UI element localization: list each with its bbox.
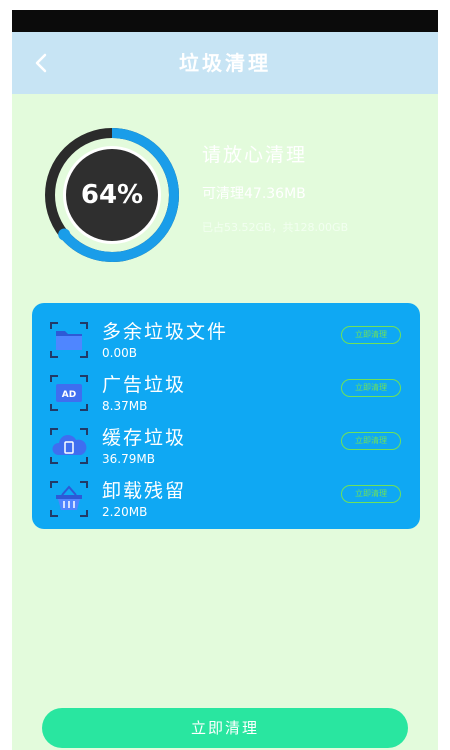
usage-ring: 64% [42,125,182,265]
clean-summary: 请放心清理 可清理47.36MB 已占53.52GB，共128.00GB [202,140,432,235]
title-bar: 垃圾清理 [12,32,438,94]
clean-now-button[interactable]: 立即清理 [341,326,401,344]
cleanable-size: 可清理47.36MB [202,186,306,202]
category-row-cache[interactable]: 缓存垃圾 36.79MB 立即清理 [32,419,420,473]
chevron-left-icon [35,53,47,73]
clean-now-main-button[interactable]: 立即清理 [42,708,408,748]
category-size: 0.00B [102,346,137,360]
clean-now-button[interactable]: 立即清理 [341,485,401,503]
page-title: 垃圾清理 [179,51,271,75]
category-name: 缓存垃圾 [102,427,187,449]
clean-now-button[interactable]: 立即清理 [341,432,401,450]
category-size: 2.20MB [102,505,148,519]
clean-now-button[interactable]: 立即清理 [341,379,401,397]
svg-text:AD: AD [62,390,76,400]
category-size: 8.37MB [102,399,148,413]
status-bar [12,10,438,32]
category-row-redundant-files[interactable]: 多余垃圾文件 0.00B 立即清理 [32,313,420,367]
ad-icon: AD [50,375,88,411]
category-name: 广告垃圾 [102,374,187,396]
category-size: 36.79MB [102,452,155,466]
cache-icon [50,428,88,464]
folder-icon [50,322,88,358]
back-button[interactable] [26,46,56,80]
category-row-ads[interactable]: AD 广告垃圾 8.37MB 立即清理 [32,366,420,420]
usage-percent: 64% [80,180,144,210]
category-name: 卸载残留 [102,480,187,502]
basket-icon [50,481,88,517]
category-row-uninstall-residue[interactable]: 卸载残留 2.20MB 立即清理 [32,472,420,526]
summary-headline: 请放心清理 [202,144,308,166]
app-screen: 垃圾清理 64% 请放心清理 可清理47.36MB 已占53.52GB，共128… [12,10,438,750]
storage-usage: 已占53.52GB，共128.00GB [202,221,349,234]
category-name: 多余垃圾文件 [102,321,229,343]
junk-category-panel: 多余垃圾文件 0.00B 立即清理 AD 广告垃圾 8.37MB 立即清理 缓存… [32,303,420,529]
